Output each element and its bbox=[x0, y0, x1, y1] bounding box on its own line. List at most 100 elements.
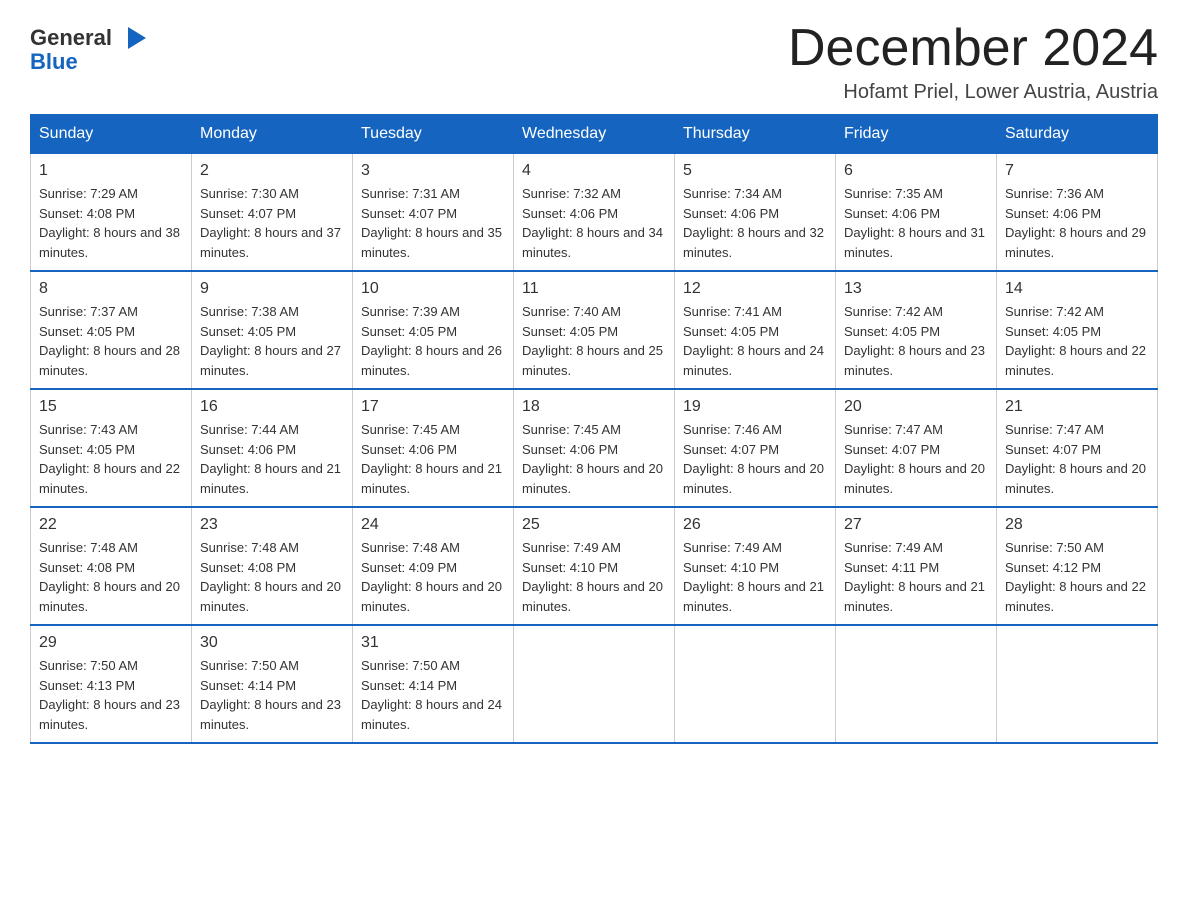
day-info: Sunrise: 7:35 AM Sunset: 4:06 PM Dayligh… bbox=[844, 184, 988, 262]
day-info: Sunrise: 7:49 AM Sunset: 4:10 PM Dayligh… bbox=[683, 538, 827, 616]
week-row-4: 22 Sunrise: 7:48 AM Sunset: 4:08 PM Dayl… bbox=[31, 507, 1158, 625]
sunrise-label: Sunrise: 7:48 AM bbox=[39, 540, 138, 555]
sunset-label: Sunset: 4:14 PM bbox=[361, 678, 457, 693]
day-number: 24 bbox=[361, 516, 505, 534]
calendar-cell: 6 Sunrise: 7:35 AM Sunset: 4:06 PM Dayli… bbox=[836, 154, 997, 272]
sunset-label: Sunset: 4:05 PM bbox=[39, 442, 135, 457]
day-info: Sunrise: 7:37 AM Sunset: 4:05 PM Dayligh… bbox=[39, 302, 183, 380]
daylight-label: Daylight: 8 hours and 23 minutes. bbox=[200, 697, 341, 732]
day-number: 27 bbox=[844, 516, 988, 534]
calendar-cell: 21 Sunrise: 7:47 AM Sunset: 4:07 PM Dayl… bbox=[997, 389, 1158, 507]
sunset-label: Sunset: 4:05 PM bbox=[1005, 324, 1101, 339]
sunset-label: Sunset: 4:06 PM bbox=[361, 442, 457, 457]
header-row: Sunday Monday Tuesday Wednesday Thursday… bbox=[31, 115, 1158, 154]
day-number: 19 bbox=[683, 398, 827, 416]
calendar-cell: 17 Sunrise: 7:45 AM Sunset: 4:06 PM Dayl… bbox=[353, 389, 514, 507]
day-info: Sunrise: 7:48 AM Sunset: 4:08 PM Dayligh… bbox=[200, 538, 344, 616]
calendar-cell: 25 Sunrise: 7:49 AM Sunset: 4:10 PM Dayl… bbox=[514, 507, 675, 625]
calendar-cell: 19 Sunrise: 7:46 AM Sunset: 4:07 PM Dayl… bbox=[675, 389, 836, 507]
day-info: Sunrise: 7:47 AM Sunset: 4:07 PM Dayligh… bbox=[844, 420, 988, 498]
sunset-label: Sunset: 4:05 PM bbox=[522, 324, 618, 339]
day-info: Sunrise: 7:50 AM Sunset: 4:14 PM Dayligh… bbox=[361, 656, 505, 734]
day-number: 13 bbox=[844, 280, 988, 298]
col-monday: Monday bbox=[192, 115, 353, 154]
day-info: Sunrise: 7:42 AM Sunset: 4:05 PM Dayligh… bbox=[1005, 302, 1149, 380]
daylight-label: Daylight: 8 hours and 20 minutes. bbox=[200, 579, 341, 614]
day-number: 14 bbox=[1005, 280, 1149, 298]
day-info: Sunrise: 7:45 AM Sunset: 4:06 PM Dayligh… bbox=[522, 420, 666, 498]
sunrise-label: Sunrise: 7:30 AM bbox=[200, 186, 299, 201]
logo-text-general: General bbox=[30, 25, 112, 51]
day-info: Sunrise: 7:47 AM Sunset: 4:07 PM Dayligh… bbox=[1005, 420, 1149, 498]
sunrise-label: Sunrise: 7:41 AM bbox=[683, 304, 782, 319]
calendar-cell: 16 Sunrise: 7:44 AM Sunset: 4:06 PM Dayl… bbox=[192, 389, 353, 507]
day-info: Sunrise: 7:39 AM Sunset: 4:05 PM Dayligh… bbox=[361, 302, 505, 380]
sunset-label: Sunset: 4:05 PM bbox=[683, 324, 779, 339]
sunset-label: Sunset: 4:05 PM bbox=[200, 324, 296, 339]
daylight-label: Daylight: 8 hours and 22 minutes. bbox=[39, 461, 180, 496]
calendar-cell bbox=[997, 625, 1158, 743]
day-info: Sunrise: 7:42 AM Sunset: 4:05 PM Dayligh… bbox=[844, 302, 988, 380]
day-info: Sunrise: 7:46 AM Sunset: 4:07 PM Dayligh… bbox=[683, 420, 827, 498]
sunrise-label: Sunrise: 7:39 AM bbox=[361, 304, 460, 319]
sunrise-label: Sunrise: 7:50 AM bbox=[200, 658, 299, 673]
calendar-cell: 8 Sunrise: 7:37 AM Sunset: 4:05 PM Dayli… bbox=[31, 271, 192, 389]
sunset-label: Sunset: 4:07 PM bbox=[361, 206, 457, 221]
sunset-label: Sunset: 4:10 PM bbox=[683, 560, 779, 575]
calendar-cell: 15 Sunrise: 7:43 AM Sunset: 4:05 PM Dayl… bbox=[31, 389, 192, 507]
calendar-cell: 4 Sunrise: 7:32 AM Sunset: 4:06 PM Dayli… bbox=[514, 154, 675, 272]
day-number: 21 bbox=[1005, 398, 1149, 416]
sunset-label: Sunset: 4:10 PM bbox=[522, 560, 618, 575]
sunrise-label: Sunrise: 7:35 AM bbox=[844, 186, 943, 201]
col-friday: Friday bbox=[836, 115, 997, 154]
calendar-cell: 18 Sunrise: 7:45 AM Sunset: 4:06 PM Dayl… bbox=[514, 389, 675, 507]
daylight-label: Daylight: 8 hours and 21 minutes. bbox=[361, 461, 502, 496]
daylight-label: Daylight: 8 hours and 20 minutes. bbox=[844, 461, 985, 496]
daylight-label: Daylight: 8 hours and 28 minutes. bbox=[39, 343, 180, 378]
calendar-cell: 28 Sunrise: 7:50 AM Sunset: 4:12 PM Dayl… bbox=[997, 507, 1158, 625]
calendar-cell: 22 Sunrise: 7:48 AM Sunset: 4:08 PM Dayl… bbox=[31, 507, 192, 625]
sunset-label: Sunset: 4:05 PM bbox=[361, 324, 457, 339]
week-row-2: 8 Sunrise: 7:37 AM Sunset: 4:05 PM Dayli… bbox=[31, 271, 1158, 389]
sunrise-label: Sunrise: 7:46 AM bbox=[683, 422, 782, 437]
sunset-label: Sunset: 4:14 PM bbox=[200, 678, 296, 693]
sunset-label: Sunset: 4:06 PM bbox=[522, 206, 618, 221]
sunset-label: Sunset: 4:12 PM bbox=[1005, 560, 1101, 575]
sunset-label: Sunset: 4:07 PM bbox=[1005, 442, 1101, 457]
calendar-cell: 24 Sunrise: 7:48 AM Sunset: 4:09 PM Dayl… bbox=[353, 507, 514, 625]
day-info: Sunrise: 7:45 AM Sunset: 4:06 PM Dayligh… bbox=[361, 420, 505, 498]
calendar-cell: 1 Sunrise: 7:29 AM Sunset: 4:08 PM Dayli… bbox=[31, 154, 192, 272]
day-number: 25 bbox=[522, 516, 666, 534]
day-number: 3 bbox=[361, 162, 505, 180]
day-number: 4 bbox=[522, 162, 666, 180]
calendar-cell bbox=[514, 625, 675, 743]
day-info: Sunrise: 7:44 AM Sunset: 4:06 PM Dayligh… bbox=[200, 420, 344, 498]
day-number: 2 bbox=[200, 162, 344, 180]
day-info: Sunrise: 7:50 AM Sunset: 4:12 PM Dayligh… bbox=[1005, 538, 1149, 616]
day-info: Sunrise: 7:49 AM Sunset: 4:10 PM Dayligh… bbox=[522, 538, 666, 616]
calendar-body: 1 Sunrise: 7:29 AM Sunset: 4:08 PM Dayli… bbox=[31, 154, 1158, 744]
daylight-label: Daylight: 8 hours and 32 minutes. bbox=[683, 225, 824, 260]
sunset-label: Sunset: 4:06 PM bbox=[200, 442, 296, 457]
daylight-label: Daylight: 8 hours and 21 minutes. bbox=[844, 579, 985, 614]
sunset-label: Sunset: 4:08 PM bbox=[39, 206, 135, 221]
day-number: 17 bbox=[361, 398, 505, 416]
daylight-label: Daylight: 8 hours and 24 minutes. bbox=[683, 343, 824, 378]
sunrise-label: Sunrise: 7:49 AM bbox=[844, 540, 943, 555]
daylight-label: Daylight: 8 hours and 37 minutes. bbox=[200, 225, 341, 260]
sunrise-label: Sunrise: 7:48 AM bbox=[200, 540, 299, 555]
sunrise-label: Sunrise: 7:47 AM bbox=[844, 422, 943, 437]
sunrise-label: Sunrise: 7:31 AM bbox=[361, 186, 460, 201]
col-tuesday: Tuesday bbox=[353, 115, 514, 154]
day-info: Sunrise: 7:34 AM Sunset: 4:06 PM Dayligh… bbox=[683, 184, 827, 262]
day-info: Sunrise: 7:41 AM Sunset: 4:05 PM Dayligh… bbox=[683, 302, 827, 380]
daylight-label: Daylight: 8 hours and 23 minutes. bbox=[844, 343, 985, 378]
sunset-label: Sunset: 4:06 PM bbox=[683, 206, 779, 221]
calendar-cell: 14 Sunrise: 7:42 AM Sunset: 4:05 PM Dayl… bbox=[997, 271, 1158, 389]
sunrise-label: Sunrise: 7:44 AM bbox=[200, 422, 299, 437]
day-number: 6 bbox=[844, 162, 988, 180]
daylight-label: Daylight: 8 hours and 31 minutes. bbox=[844, 225, 985, 260]
daylight-label: Daylight: 8 hours and 35 minutes. bbox=[361, 225, 502, 260]
col-thursday: Thursday bbox=[675, 115, 836, 154]
daylight-label: Daylight: 8 hours and 34 minutes. bbox=[522, 225, 663, 260]
